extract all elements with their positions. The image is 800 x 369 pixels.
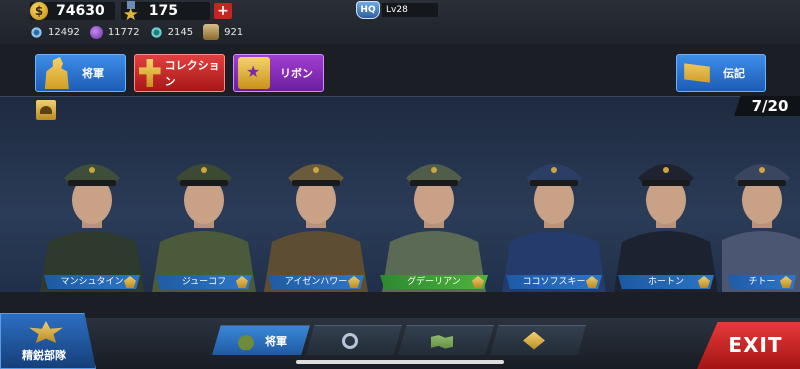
ribbon-menu-label: リボン <box>280 67 313 80</box>
general-card[interactable]: マンシュタイン <box>38 132 146 292</box>
home-indicator <box>296 360 504 364</box>
officer-cap-icon <box>235 331 257 350</box>
steel-icon <box>149 25 163 39</box>
tab-general[interactable]: 将軍 <box>212 325 310 355</box>
steel-value: 2145 <box>167 26 194 38</box>
general-card[interactable]: アイゼンハワー <box>262 132 370 292</box>
biography-menu-button[interactable]: 伝記 <box>676 54 766 92</box>
general-portrait <box>40 164 144 292</box>
gear-icon <box>30 25 43 39</box>
resource-row-secondary: 12492 11772 2145 921 <box>30 24 253 40</box>
general-portrait <box>382 164 486 292</box>
ribbon-star-icon <box>238 57 270 89</box>
resource-row-main: $ 74630 175 + <box>30 1 232 21</box>
tab-search[interactable] <box>306 325 402 355</box>
general-portrait <box>264 164 368 292</box>
winged-star-icon <box>29 321 63 343</box>
crystal-value: 11772 <box>107 26 140 38</box>
badge-icon <box>203 24 220 40</box>
elite-unit-label: 精鋭部隊 <box>22 349 66 362</box>
hq-level[interactable]: HQ Lv28 <box>356 1 438 19</box>
medal-counter[interactable]: 175 <box>120 1 210 21</box>
gear-value: 12492 <box>48 26 80 38</box>
gear-counter[interactable]: 12492 <box>30 25 80 39</box>
badge-counter[interactable]: 921 <box>203 24 243 40</box>
biography-menu-label: 伝記 <box>723 67 745 80</box>
general-card[interactable]: ホートン <box>612 132 720 292</box>
tab-general-label: 将軍 <box>265 334 287 348</box>
steel-counter[interactable]: 2145 <box>149 25 194 39</box>
general-portrait <box>722 164 800 292</box>
general-card[interactable]: ジューコフ <box>150 132 258 292</box>
cap-filter-icon[interactable] <box>36 100 56 120</box>
general-portrait <box>502 164 606 292</box>
elite-unit-button[interactable]: 精鋭部隊 <box>0 313 96 369</box>
general-card[interactable]: ココソフスキー <box>500 132 608 292</box>
crystal-counter[interactable]: 11772 <box>89 25 140 39</box>
general-card[interactable]: チトー <box>722 132 800 292</box>
map-icon <box>431 335 453 349</box>
gold-counter[interactable]: $ 74630 <box>30 2 115 20</box>
general-card[interactable]: グデーリアン <box>374 132 494 292</box>
general-portrait <box>152 164 256 292</box>
tab-rank[interactable] <box>490 325 586 355</box>
badge-value: 921 <box>224 26 244 38</box>
hq-badge-icon: HQ <box>356 1 380 19</box>
general-menu-label: 将軍 <box>82 67 104 80</box>
crystal-icon <box>89 25 103 39</box>
gold-coin-icon: $ <box>30 2 48 20</box>
general-silhouette-icon <box>44 57 69 89</box>
tab-map[interactable] <box>398 325 494 355</box>
flag-book-icon <box>684 63 710 83</box>
ribbon-menu-button[interactable]: リボン <box>233 54 324 92</box>
add-medals-button[interactable]: + <box>213 3 232 19</box>
general-portrait <box>614 164 718 292</box>
diamond-icon <box>523 331 545 350</box>
medal-value: 175 <box>148 3 178 19</box>
general-name: グデーリアン <box>380 275 488 289</box>
collection-menu-label: コレクション <box>164 59 220 88</box>
general-menu-button[interactable]: 将軍 <box>35 54 126 92</box>
gold-value: 74630 <box>56 3 105 19</box>
magnifier-icon <box>342 332 358 349</box>
resource-bar: $ 74630 175 + 12492 11772 2145 921 HQ Lv… <box>0 0 800 44</box>
medal-icon <box>121 1 141 21</box>
roster-count: 7/20 <box>734 96 800 116</box>
cross-medal-icon <box>139 59 161 87</box>
hq-level-text: Lv28 <box>382 3 438 17</box>
collection-menu-button[interactable]: コレクション <box>134 54 225 92</box>
